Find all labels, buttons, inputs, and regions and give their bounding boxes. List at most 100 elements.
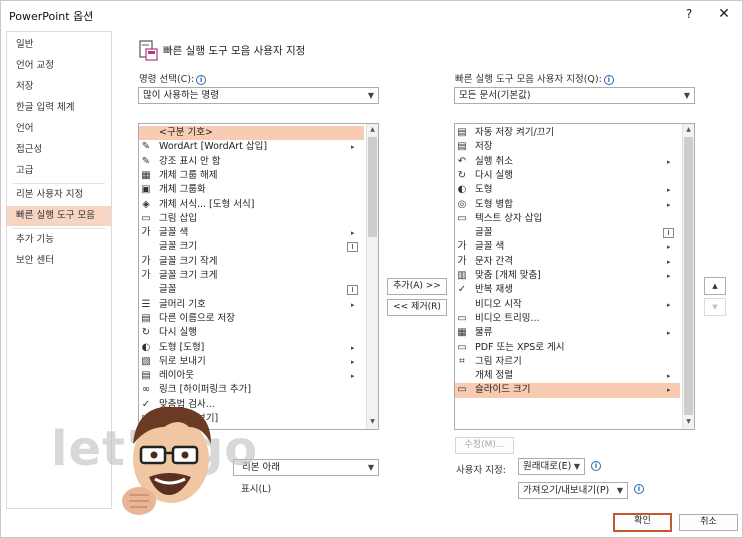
available-command-item[interactable]: ▤ 레이아웃 ▸ xyxy=(139,369,364,383)
available-command-item[interactable]: ✎ WordArt [WordArt 삽입] ▸ xyxy=(139,140,364,154)
add-button[interactable]: 추가(A) >> xyxy=(387,278,447,295)
toolbar-command-item[interactable]: ▭ PDF 또는 XPS로 게시 xyxy=(455,341,680,355)
command-icon: ▭ xyxy=(457,312,467,324)
available-command-item[interactable]: ▦ 개체 그룹 해제 xyxy=(139,169,364,183)
toolbar-command-item[interactable]: ✓ 반복 재생 xyxy=(455,283,680,297)
modify-button[interactable]: 수정(M)... xyxy=(455,437,514,454)
toolbar-command-item[interactable]: ⌗ 그림 자르기 xyxy=(455,355,680,369)
sidebar-item-korean-input[interactable]: 한글 입력 체계 xyxy=(7,98,111,118)
available-command-item[interactable]: ▤ 다른 이름으로 저장 xyxy=(139,312,364,326)
toolbar-command-item[interactable]: ◐ 도형 ▸ xyxy=(455,183,680,197)
help-icon[interactable]: ? xyxy=(680,5,698,23)
command-label: 뒤로 보내기 xyxy=(159,355,206,367)
scroll-thumb[interactable] xyxy=(684,137,693,415)
toolbar-command-item[interactable]: ▭ 텍스트 상자 삽입 xyxy=(455,212,680,226)
available-command-item[interactable]: 가 글꼴 크기 작게 xyxy=(139,255,364,269)
customize-toolbar-label: 빠른 실행 도구 모음 사용자 지정(Q): i xyxy=(455,71,614,85)
toolbar-command-item[interactable]: 가 글꼴 색 ▸ xyxy=(455,240,680,254)
sidebar-item-add-ins[interactable]: 추가 기능 xyxy=(7,230,111,250)
available-command-item[interactable]: ▭ 그림 삽입 xyxy=(139,212,364,226)
command-label: 도형 xyxy=(475,184,493,196)
submenu-arrow-icon: ▸ xyxy=(667,372,671,381)
info-icon: i xyxy=(603,74,614,85)
command-label: 그림 자르기 xyxy=(475,355,522,367)
reset-dropdown[interactable]: 원래대로(E) ▼ xyxy=(518,458,585,475)
available-command-item[interactable]: 글꼴 I xyxy=(139,283,364,297)
command-icon xyxy=(139,240,153,254)
toolbar-command-item[interactable]: ↻ 다시 실행 xyxy=(455,169,680,183)
toolbar-command-item[interactable]: 가 문자 간격 ▸ xyxy=(455,255,680,269)
command-icon: ↻ xyxy=(457,169,467,181)
toolbar-command-item[interactable]: ▥ 맞춤 [개체 맞춤] ▸ xyxy=(455,269,680,283)
available-command-item[interactable]: ✎ 강조 표시 안 함 xyxy=(139,155,364,169)
toolbar-command-item[interactable]: 개체 정렬 ▸ xyxy=(455,369,680,383)
command-icon: ▣ xyxy=(141,184,151,196)
toolbar-command-item[interactable]: ▦ 물류 ▸ xyxy=(455,326,680,340)
available-command-item[interactable]: ◐ 도형 [도형] ▸ xyxy=(139,341,364,355)
sidebar-item-accessibility[interactable]: 접근성 xyxy=(7,140,111,160)
vertical-scrollbar[interactable]: ▲ ▼ xyxy=(366,124,378,429)
scroll-up-icon[interactable]: ▲ xyxy=(683,124,694,136)
available-command-item[interactable]: 가 글꼴 크기 크게 xyxy=(139,269,364,283)
choose-commands-select[interactable]: 많이 사용하는 명령 ▼ xyxy=(138,87,379,104)
submenu-arrow-icon: ▸ xyxy=(351,343,355,352)
import-export-dropdown[interactable]: 가져오기/내보내기(P) ▼ xyxy=(518,482,628,499)
available-command-item[interactable]: ↻ 다시 실행 xyxy=(139,326,364,340)
available-command-item[interactable]: 글꼴 크기 I xyxy=(139,240,364,254)
command-label: 강조 표시 안 함 xyxy=(159,155,221,167)
command-label: 글꼴 색 xyxy=(475,241,505,253)
sidebar-item-save[interactable]: 저장 xyxy=(7,77,111,97)
toolbar-commands-list[interactable]: ▤ 자동 저장 켜기/끄기 ▤ 저장 ↶ 실행 취소 ▸ ↻ 다시 실행 ◐ 도형 ▸ ◎ 도형 병합 ▸ ▭… xyxy=(454,123,695,430)
scroll-thumb[interactable] xyxy=(368,137,377,237)
remove-button[interactable]: << 제거(R) xyxy=(387,299,447,316)
toolbar-command-item[interactable]: 비디오 시작 ▸ xyxy=(455,298,680,312)
command-icon: 가 xyxy=(457,255,467,267)
toolbar-command-item[interactable]: ▤ 저장 xyxy=(455,140,680,154)
cancel-button[interactable]: 취소 xyxy=(679,514,738,531)
sidebar-item-quick-access-toolbar[interactable]: 빠른 실행 도구 모음 xyxy=(7,206,111,226)
sidebar-item-advanced[interactable]: 고급 xyxy=(7,161,111,181)
toolbar-command-item[interactable]: ◎ 도형 병합 ▸ xyxy=(455,198,680,212)
close-icon[interactable]: ✕ xyxy=(714,5,734,23)
sidebar-item-general[interactable]: 일반 xyxy=(7,35,111,55)
available-command-item[interactable]: ☰ 글머리 기호 ▸ xyxy=(139,298,364,312)
sidebar-item-customize-ribbon[interactable]: 리본 사용자 지정 xyxy=(7,185,111,205)
command-icon: ✓ xyxy=(457,284,467,296)
sidebar-item-proofing[interactable]: 언어 교정 xyxy=(7,56,111,76)
move-down-button[interactable]: ▼ xyxy=(704,298,726,316)
available-command-item[interactable]: ▣ 개체 그룹화 xyxy=(139,183,364,197)
available-command-item[interactable]: ◈ 개체 서식... [도형 서식] xyxy=(139,198,364,212)
available-commands-list[interactable]: <구분 기호> ✎ WordArt [WordArt 삽입] ▸ ✎ 강조 표시 안 함 ▦… xyxy=(138,123,379,430)
toolbar-command-item[interactable]: ▤ 자동 저장 켜기/끄기 xyxy=(455,126,680,140)
toolbar-command-item[interactable]: ▭ 슬라이드 크기 ▸ xyxy=(455,383,680,398)
customize-toolbar-select[interactable]: 모든 문서(기본값) ▼ xyxy=(454,87,695,104)
sidebar-item-language[interactable]: 언어 xyxy=(7,119,111,139)
command-label: 글꼴 xyxy=(475,227,493,239)
toolbar-command-item[interactable]: ▭ 비디오 트리밍... xyxy=(455,312,680,326)
command-icon xyxy=(139,283,153,297)
toolbar-command-item[interactable]: 글꼴 I xyxy=(455,226,680,240)
submenu-arrow-icon: ▸ xyxy=(351,357,355,366)
sidebar-item-trust-center[interactable]: 보안 센터 xyxy=(7,251,111,271)
scroll-down-icon[interactable]: ▼ xyxy=(683,416,694,428)
scroll-up-icon[interactable]: ▲ xyxy=(367,124,378,136)
text-input-indicator-icon: I xyxy=(347,285,358,296)
toolbar-command-item[interactable]: ↶ 실행 취소 ▸ xyxy=(455,155,680,169)
command-label: 글머리 기호 xyxy=(159,298,206,310)
available-command-item[interactable]: <구분 기호> xyxy=(139,126,364,141)
scroll-down-icon[interactable]: ▼ xyxy=(367,416,378,428)
move-up-button[interactable]: ▲ xyxy=(704,277,726,295)
available-command-item[interactable]: ▧ 뒤로 보내기 ▸ xyxy=(139,355,364,369)
command-label: 문자 간격 xyxy=(475,255,513,267)
vertical-scrollbar[interactable]: ▲ ▼ xyxy=(682,124,694,429)
command-icon: ▧ xyxy=(141,355,151,367)
window-title: PowerPoint 옵션 xyxy=(9,10,94,23)
chevron-down-icon: ▼ xyxy=(616,486,623,495)
command-icon: ◐ xyxy=(141,341,151,353)
available-command-item[interactable]: ∞ 링크 [하이퍼링크 추가] xyxy=(139,383,364,397)
command-icon: ▥ xyxy=(457,270,467,281)
submenu-arrow-icon: ▸ xyxy=(667,243,671,252)
submenu-arrow-icon: ▸ xyxy=(667,200,671,209)
available-command-item[interactable]: 가 글꼴 색 ▸ xyxy=(139,226,364,240)
ok-button[interactable]: 확인 xyxy=(613,513,672,532)
